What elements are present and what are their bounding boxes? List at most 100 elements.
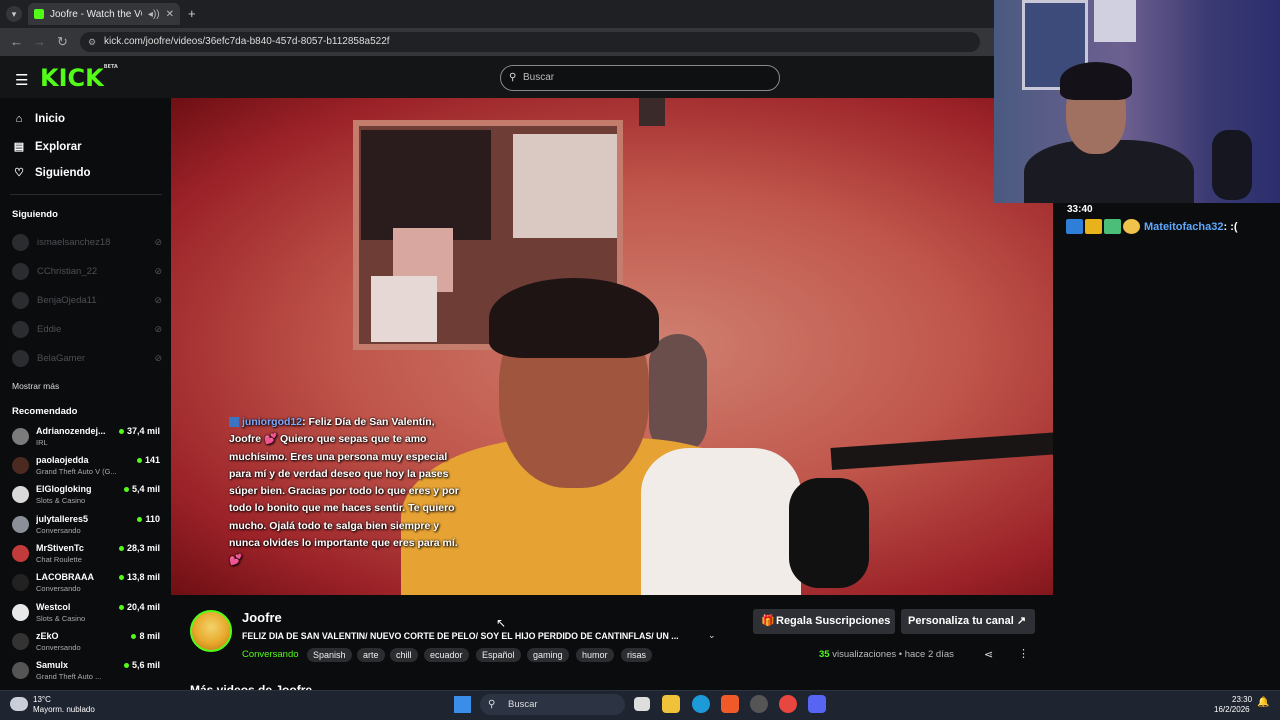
avatar (12, 428, 29, 445)
offline-icon: ⊘ (154, 265, 162, 276)
overlay-timestamp: 33:40 (1067, 204, 1093, 215)
webcam-scene-hair (1060, 62, 1132, 100)
tag-chip[interactable]: Spanish (307, 648, 352, 662)
recommended-item[interactable]: paolaojedda Grand Theft Auto V (G... 141 (12, 455, 160, 481)
video-player[interactable]: juniorgod12: Feliz Día de San Valentín, … (171, 98, 1053, 595)
avatar (12, 291, 29, 309)
video-scene-paper (513, 134, 617, 238)
brave-icon[interactable] (721, 695, 739, 713)
weather-temperature[interactable]: 13°C (33, 695, 51, 704)
kick-logo[interactable]: KICKBETA (40, 64, 118, 92)
chrome-icon[interactable] (779, 695, 797, 713)
crown-badge-icon (1085, 219, 1102, 234)
recommended-item[interactable]: Samulx Grand Theft Auto ... 5,6 mil (12, 660, 160, 686)
sidebar-item-siguiendo[interactable]: ♡ Siguiendo (12, 166, 91, 180)
edge-icon[interactable] (692, 695, 710, 713)
search-input[interactable]: ⚲ Buscar (500, 65, 780, 91)
offline-icon: ⊘ (154, 236, 162, 247)
following-item[interactable]: Eddie ⊘ (12, 320, 162, 338)
recommended-item[interactable]: julytalleres5 Conversando 110 (12, 514, 160, 540)
tab-search-icon[interactable]: ▾ (6, 6, 22, 22)
channel-name[interactable]: Joofre (242, 610, 282, 625)
tag-chip[interactable]: Español (476, 648, 521, 662)
back-icon[interactable]: ← (10, 34, 23, 49)
tag-chip[interactable]: chill (390, 648, 418, 662)
moderator-badge-icon (1066, 219, 1083, 234)
video-age: hace 2 días (904, 649, 954, 660)
tag-chip[interactable]: humor (576, 648, 614, 662)
video-scene-chair (649, 334, 707, 454)
recommended-item[interactable]: LACOBRAAA Conversando 13,8 mil (12, 572, 160, 598)
webcam-scene-paper (1094, 0, 1136, 42)
address-bar[interactable]: ⚙ kick.com/joofre/videos/36efc7da-b840-4… (80, 32, 980, 52)
avatar (12, 349, 29, 367)
recommended-item[interactable]: ElGlogloking Slots & Casino 5,4 mil (12, 484, 160, 510)
avatar (12, 457, 29, 474)
webcam-scene-microphone (1212, 130, 1252, 200)
clock-time[interactable]: 23:30 (1232, 695, 1252, 704)
weather-description[interactable]: Mayorm. nublado (33, 705, 95, 714)
show-more-link[interactable]: Mostrar más (12, 381, 59, 391)
avatar (12, 545, 29, 562)
tag-chip[interactable]: ecuador (424, 648, 469, 662)
site-info-icon[interactable]: ⚙ (88, 32, 96, 52)
discord-icon[interactable] (808, 695, 826, 713)
recommended-item[interactable]: MrStivenTc Chat Roulette 28,3 mil (12, 543, 160, 569)
more-options-icon[interactable]: ⋮ (1018, 647, 1029, 660)
steam-icon[interactable] (750, 695, 768, 713)
share-icon[interactable]: ⋖ (984, 648, 993, 661)
notification-bell-icon[interactable]: 🔔 (1257, 697, 1269, 708)
avatar (12, 262, 29, 280)
weather-cloud-icon[interactable] (10, 697, 28, 711)
gift-icon: 🎁 (761, 615, 775, 627)
video-scene-lamp (639, 98, 665, 126)
tab-close-icon[interactable]: ✕ (166, 9, 174, 20)
search-icon: ⚲ (509, 72, 517, 83)
clock-date[interactable]: 16/2/2026 (1214, 705, 1250, 714)
stream-title: FELIZ DIA DE SAN VALENTIN/ NUEVO CORTE D… (242, 631, 679, 641)
tag-chip[interactable]: arte (357, 648, 385, 662)
recommended-item[interactable]: Westcol Slots & Casino 20,4 mil (12, 602, 160, 628)
avatar (12, 516, 29, 533)
gift-subscriptions-button[interactable]: 🎁 Regala Suscripciones (753, 609, 895, 634)
customize-channel-button[interactable]: Personaliza tu canal ↗ (901, 609, 1035, 634)
video-scene-jacket-white (641, 448, 801, 595)
audio-icon[interactable]: ◂)) (148, 9, 160, 20)
browser-tab[interactable]: Joofre - Watch the VOD on ◂)) ✕ (28, 3, 180, 25)
overlay-chat-line: Mateitofacha32 : :( (1066, 219, 1238, 234)
forward-icon[interactable]: → (33, 34, 46, 49)
sidebar-divider (10, 194, 162, 195)
recommended-item[interactable]: Adrianozendej... IRL 37,4 mil (12, 426, 160, 452)
file-explorer-icon[interactable] (662, 695, 680, 713)
reload-icon[interactable]: ↻ (57, 34, 68, 50)
video-chat-overlay: juniorgod12: Feliz Día de San Valentín, … (229, 414, 469, 570)
following-item[interactable]: ismaelsanchez18 ⊘ (12, 233, 162, 251)
following-header: Siguiendo (12, 209, 58, 220)
sidebar-item-inicio[interactable]: ⌂ Inicio (12, 113, 65, 125)
chat-overlay-user: juniorgod12 (242, 416, 303, 428)
video-scene-microphone (789, 478, 869, 588)
kick-favicon-icon (34, 9, 44, 19)
offline-icon: ⊘ (154, 323, 162, 334)
menu-icon[interactable]: ☰ (15, 71, 28, 89)
tag-chip[interactable]: gaming (527, 648, 569, 662)
heart-icon: ♡ (14, 167, 24, 179)
windows-start-icon[interactable] (454, 696, 471, 713)
following-item[interactable]: BenjaOjeda11 ⊘ (12, 291, 162, 309)
avatar (12, 633, 29, 650)
chevron-down-icon[interactable]: ⌄ (708, 630, 716, 641)
recommended-item[interactable]: zEkO Conversando 8 mil (12, 631, 160, 657)
following-item[interactable]: CChristian_22 ⊘ (12, 262, 162, 280)
more-videos-heading: Más videos de Joofre (190, 683, 313, 690)
channel-avatar[interactable] (190, 610, 232, 652)
tag-chip[interactable]: risas (621, 648, 653, 662)
category-link[interactable]: Conversando (242, 649, 299, 660)
task-view-icon[interactable] (634, 697, 650, 711)
mouse-cursor-icon: ↖ (496, 616, 507, 630)
views-count: 35 (819, 649, 830, 660)
following-item[interactable]: BelaGamer ⊘ (12, 349, 162, 367)
avatar (12, 662, 29, 679)
new-tab-icon[interactable]: + (188, 6, 196, 21)
sidebar-item-explorar[interactable]: ▤ Explorar (12, 140, 82, 154)
taskbar-search[interactable]: ⚲ Buscar (480, 694, 625, 715)
